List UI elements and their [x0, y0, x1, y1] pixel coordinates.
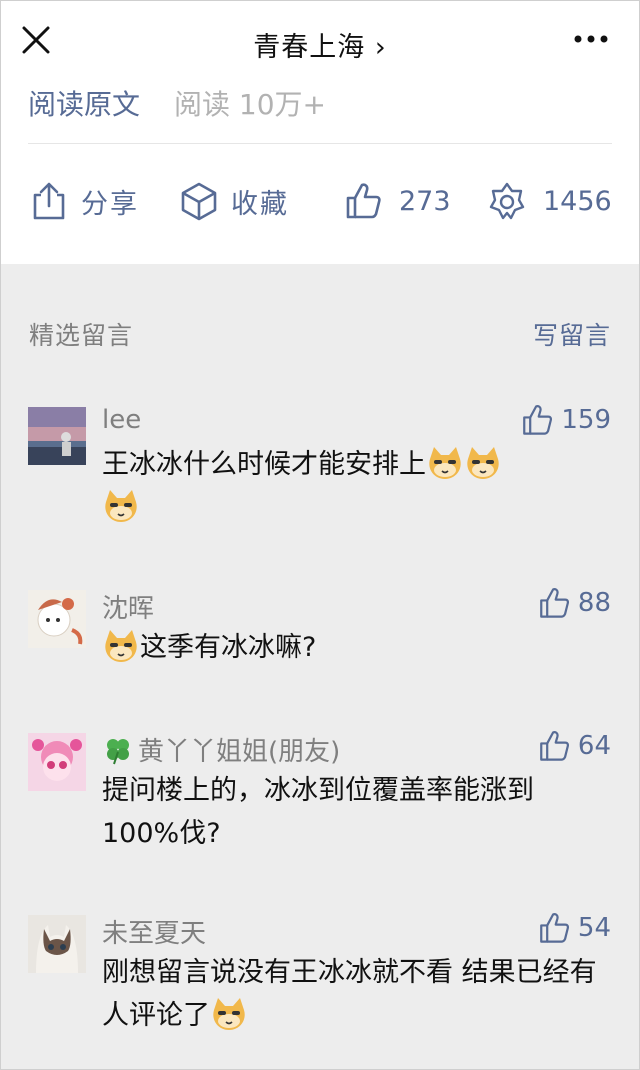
like-count: 273: [399, 185, 451, 217]
comment-like-count: 159: [561, 405, 611, 435]
read-original-link[interactable]: 阅读原文: [28, 88, 140, 121]
divider: [28, 143, 612, 144]
comment-text-block: 王冰冰什么时候才能安排上: [102, 443, 602, 529]
write-comment-link[interactable]: 写留言: [533, 316, 611, 352]
avatar[interactable]: [28, 733, 86, 791]
doge-emoji-icon: [213, 998, 245, 1030]
comment-like-count: 64: [577, 731, 611, 761]
thumbs-up-icon: [540, 588, 569, 618]
comment-like-count: 54: [577, 913, 611, 943]
thumbs-up-icon: [540, 731, 569, 761]
comment-text: 提问楼上的，冰冰到位覆盖率能涨到100%伐?: [102, 775, 534, 849]
comment-like-count: 88: [577, 588, 611, 618]
action-bar: 分享 收藏 273 1456: [1, 173, 639, 233]
avatar[interactable]: [28, 407, 86, 465]
share-icon: [33, 182, 65, 220]
comment-like-button[interactable]: 64: [538, 729, 611, 763]
favorite-label: 收藏: [231, 188, 289, 220]
wow-icon: [489, 182, 525, 220]
top-nav-bar: 青春上海 ›: [1, 1, 639, 81]
doge-emoji-icon: [105, 490, 137, 522]
thumbs-up-icon: [523, 405, 553, 435]
comments-header: 精选留言 写留言: [1, 264, 639, 384]
wow-button[interactable]: 1456: [489, 173, 612, 229]
commenter-name-text: 黄丫丫姐姐(朋友): [138, 737, 341, 767]
article-footer: 阅读原文 阅读 10万+ 分享 收藏 273 1456: [1, 81, 639, 264]
doge-emoji-icon: [467, 447, 499, 479]
favorite-button[interactable]: 收藏: [181, 173, 289, 229]
commenter-name: 沈晖: [102, 594, 155, 624]
read-row: 阅读原文 阅读 10万+: [28, 83, 326, 123]
share-label: 分享: [81, 188, 139, 220]
commenter-name: 黄丫丫姐姐(朋友): [102, 731, 340, 768]
like-button[interactable]: 273: [345, 173, 451, 229]
avatar[interactable]: [28, 915, 86, 973]
doge-emoji-icon: [429, 447, 461, 479]
commenter-name: lee: [102, 405, 142, 435]
comment-text-block: 刚想留言说没有王冰冰就不看 结果已经有人评论了: [102, 951, 602, 1037]
thumbs-up-icon: [540, 913, 569, 943]
read-count: 阅读 10万+: [174, 88, 327, 121]
comment-text: 这季有冰冰嘛?: [140, 632, 317, 663]
comment-like-button[interactable]: 159: [521, 403, 611, 437]
clover-icon: [107, 739, 129, 765]
comment-text: 刚想留言说没有王冰冰就不看 结果已经有人评论了: [102, 957, 597, 1031]
comment-like-button[interactable]: 88: [538, 586, 611, 620]
page-title[interactable]: 青春上海 ›: [1, 25, 639, 64]
avatar[interactable]: [28, 590, 86, 648]
comment-like-button[interactable]: 54: [538, 911, 611, 945]
commenter-name: 未至夏天: [102, 919, 207, 949]
thumbs-up-icon: [346, 183, 381, 219]
featured-comments-title: 精选留言: [29, 321, 134, 350]
favorite-icon: [181, 182, 217, 221]
doge-emoji-icon: [105, 630, 137, 662]
comment-text: 王冰冰什么时候才能安排上: [102, 449, 426, 480]
more-icon[interactable]: [573, 33, 609, 45]
share-button[interactable]: 分享: [31, 173, 139, 229]
comment-text-block: 这季有冰冰嘛?: [102, 626, 602, 669]
wow-count: 1456: [543, 185, 612, 217]
